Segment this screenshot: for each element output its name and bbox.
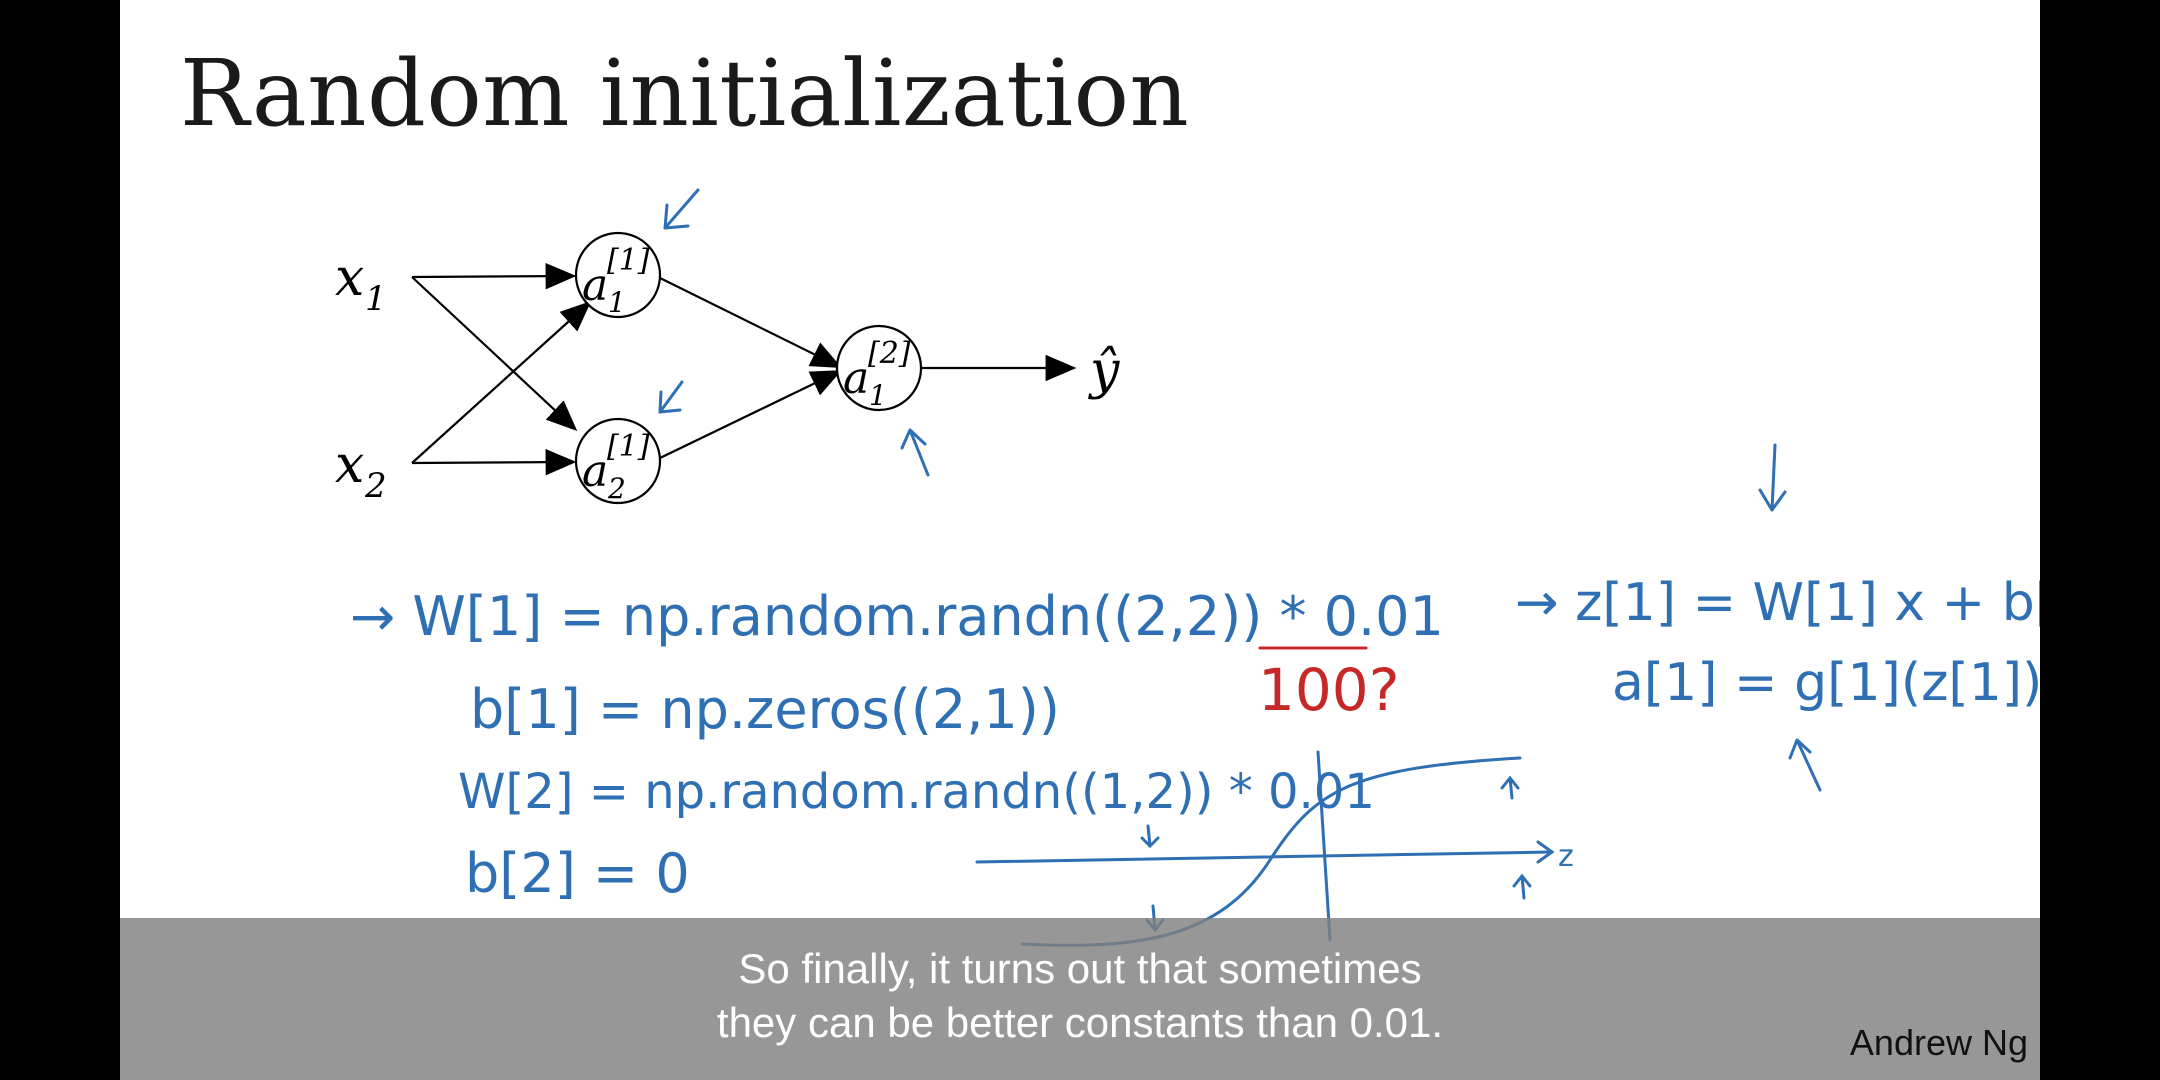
author-name: Andrew Ng	[1849, 1022, 2028, 1063]
input-x1: x 1	[335, 248, 387, 319]
svg-text:1: 1	[608, 286, 626, 319]
slide: Random initialization x 1 x 2 a [1] 1 a …	[120, 0, 2040, 1080]
eq-hundred: 100?	[1258, 656, 1400, 724]
svg-text:1: 1	[869, 379, 887, 412]
svg-text:[1]: [1]	[607, 243, 650, 278]
svg-text:a: a	[582, 260, 608, 311]
sketch-x-axis	[975, 850, 1553, 864]
svg-text:1: 1	[365, 279, 387, 319]
svg-text:x: x	[335, 435, 364, 495]
caption-line-1: So finally, it turns out that sometimes	[738, 945, 1422, 992]
eq-a1: a[1] = g[1](z[1])	[1612, 653, 2040, 713]
svg-text:2: 2	[607, 472, 626, 505]
svg-text:a: a	[843, 353, 869, 404]
eq-b2: b[2] = 0	[465, 842, 690, 905]
arrow-annotation-out	[900, 428, 930, 477]
edge-x2-h1	[411, 301, 592, 464]
output-node: a [2] 1	[835, 324, 923, 412]
eq-b1: b[1] = np.zeros((2,1))	[470, 678, 1060, 741]
edge-x1-h1	[411, 262, 577, 290]
svg-text:x: x	[335, 248, 364, 308]
edge-x1-h2	[411, 276, 578, 432]
edge-h1-out	[659, 277, 842, 368]
hidden-node-1: a [1] 1	[574, 231, 662, 319]
video-caption: So finally, it turns out that sometimes …	[120, 942, 2040, 1050]
handwritten-forward-prop: → z[1] = W[1] x + b[1] a[1] = g[1](z[1])	[1515, 573, 2040, 713]
svg-text:[2]: [2]	[868, 336, 911, 371]
eq-w1: → W[1] = np.random.randn((2,2)) * 0.01	[350, 585, 1444, 648]
sketch-axis-label: z	[1558, 839, 1574, 874]
arrow-annotation-a	[1788, 738, 1822, 792]
hidden-node-2: a [1] 2	[574, 417, 662, 505]
arrow-annotation-z	[1758, 443, 1787, 512]
caption-line-2: they can be better constants than 0.01.	[716, 999, 1444, 1046]
eq-z1: → z[1] = W[1] x + b[1]	[1515, 573, 2040, 633]
output-label-yhat: ŷ	[1088, 341, 1120, 401]
edge-x2-h2	[411, 448, 577, 476]
svg-text:[1]: [1]	[607, 429, 650, 464]
svg-text:2: 2	[364, 466, 387, 506]
arrow-annotation-h2	[658, 380, 684, 414]
network-edges	[411, 262, 1077, 476]
arrow-annotation-h1	[663, 188, 700, 230]
edge-h2-out	[659, 370, 842, 459]
eq-w2: W[2] = np.random.randn((1,2)) * 0.01	[458, 764, 1375, 820]
input-x2: x 2	[335, 435, 387, 506]
svg-text:a: a	[582, 446, 608, 497]
